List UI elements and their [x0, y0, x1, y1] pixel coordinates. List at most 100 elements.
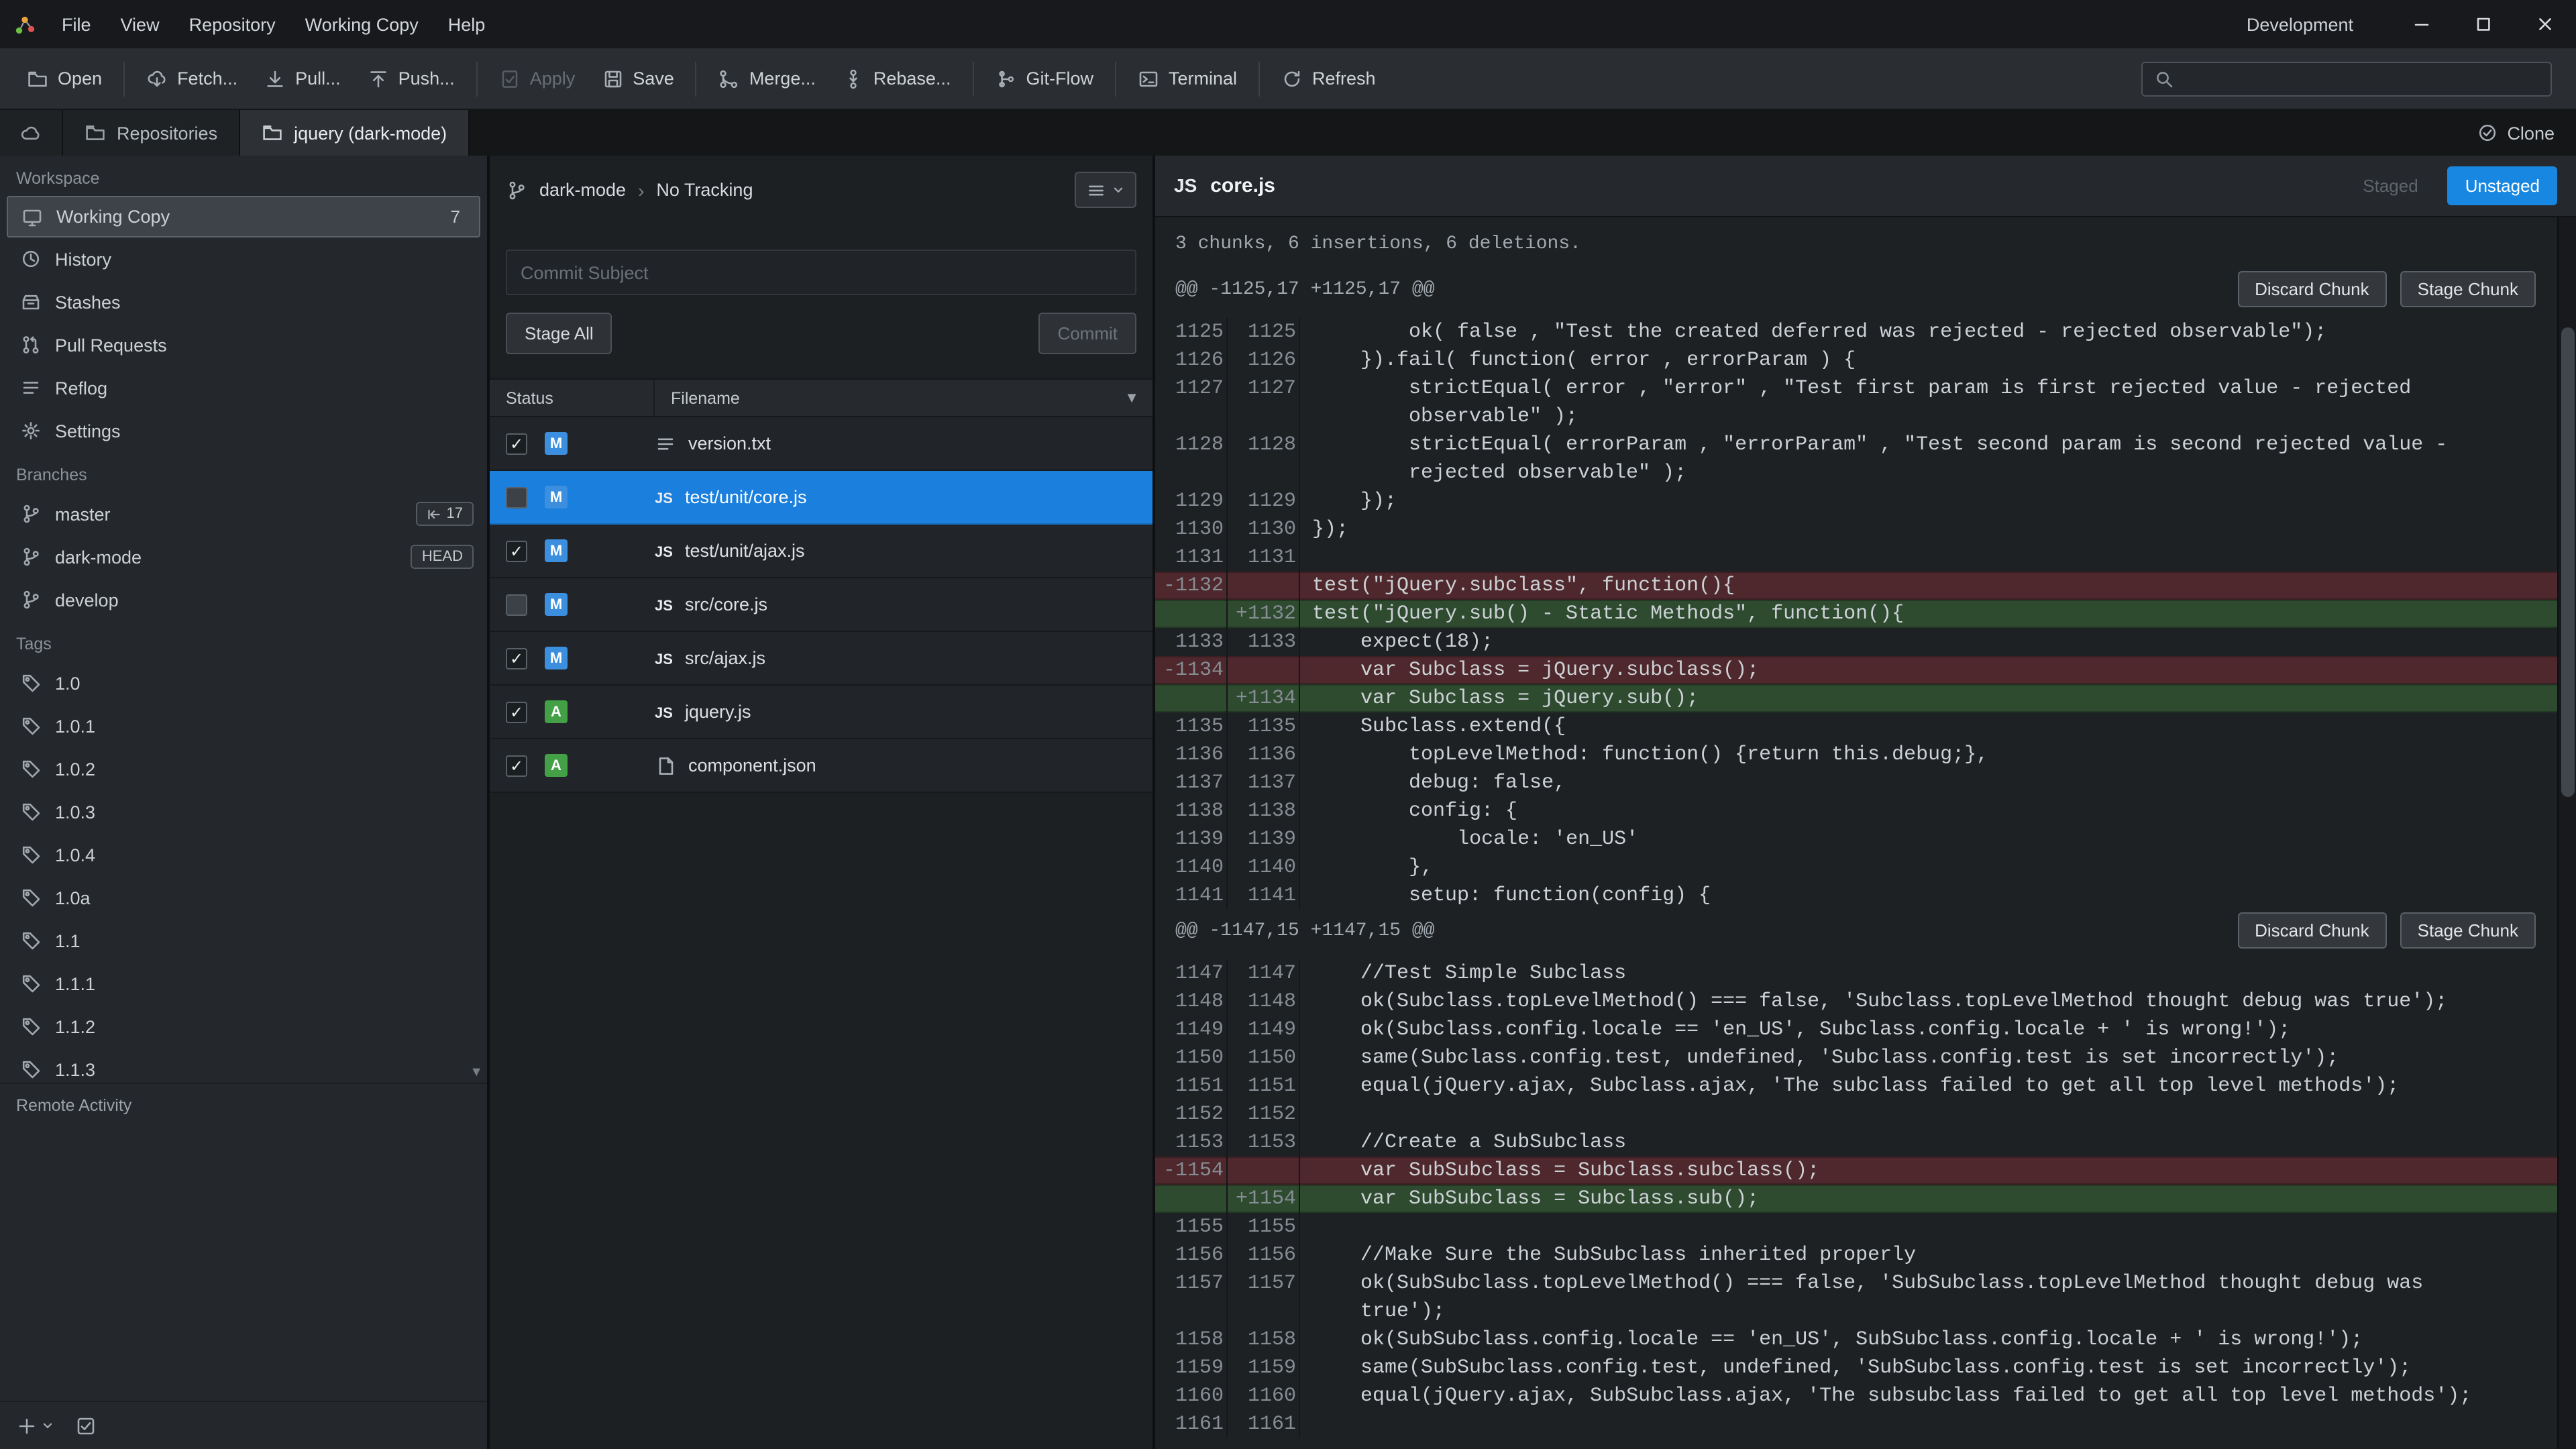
diff-line-context: 11331133 expect(18);	[1155, 628, 2557, 656]
apply-button[interactable]: Apply	[486, 58, 589, 99]
file-row-test-unit-core-js[interactable]: MJStest/unit/core.js	[490, 471, 1152, 525]
search-input[interactable]	[2184, 68, 2540, 89]
discard-chunk-button[interactable]: Discard Chunk	[2237, 271, 2387, 307]
git-flow-button[interactable]: Git-Flow	[981, 58, 1107, 99]
file-row-test-unit-ajax-js[interactable]: ✓MJStest/unit/ajax.js	[490, 525, 1152, 578]
diff-line-context: 11611161	[1155, 1410, 2557, 1438]
pull-button[interactable]: Pull...	[251, 58, 354, 99]
file-checkbox[interactable]: ✓	[506, 755, 527, 776]
file-checkbox[interactable]: ✓	[506, 433, 527, 454]
sidebar-item-dark-mode[interactable]: dark-modeHEAD	[0, 535, 487, 578]
staged-toggle[interactable]: Staged	[2347, 168, 2434, 204]
fetch-button[interactable]: Fetch...	[133, 58, 251, 99]
file-row-version-txt[interactable]: ✓Mversion.txt	[490, 417, 1152, 471]
tab-jquery-dark-mode[interactable]: jquery (dark-mode)	[240, 110, 470, 156]
tab-repositories[interactable]: Repositories	[63, 110, 240, 156]
new-line-number: 1138	[1228, 797, 1300, 825]
file-checkbox[interactable]	[506, 486, 527, 508]
menu-file[interactable]: File	[47, 0, 106, 48]
add-button[interactable]	[16, 1415, 54, 1436]
diff-line-context: 11361136 topLevelMethod: function() {ret…	[1155, 741, 2557, 769]
old-line-number	[1155, 684, 1228, 712]
diff-line-context: 11261126 }).fail( function( error , erro…	[1155, 346, 2557, 374]
sidebar-item-1-0-1[interactable]: 1.0.1	[0, 704, 487, 747]
tag-icon	[20, 844, 42, 865]
diff-scrollbar-thumb[interactable]	[2561, 327, 2575, 797]
sidebar-item-master[interactable]: master17	[0, 492, 487, 535]
sidebar-item-1-0[interactable]: 1.0	[0, 661, 487, 704]
push-icon	[368, 68, 389, 89]
column-filename[interactable]: Filename	[655, 388, 1124, 407]
file-row-component-json[interactable]: ✓Acomponent.json	[490, 739, 1152, 793]
code-text: });	[1300, 515, 2557, 543]
stage-all-button[interactable]: Stage All	[506, 313, 612, 354]
unstaged-toggle[interactable]: Unstaged	[2448, 166, 2557, 205]
maximize-button[interactable]	[2453, 0, 2514, 48]
commit-button[interactable]: Commit	[1038, 313, 1136, 354]
clone-button[interactable]: Clone	[2455, 110, 2576, 156]
file-list-menu-button[interactable]	[1075, 172, 1136, 208]
sidebar-item-1-1-2[interactable]: 1.1.2	[0, 1005, 487, 1048]
sidebar-item-1-0a[interactable]: 1.0a	[0, 876, 487, 919]
diff-line-context: 11401140 },	[1155, 853, 2557, 881]
clone-label: Clone	[2507, 123, 2555, 143]
push-button[interactable]: Push...	[354, 58, 468, 99]
sidebar-item-reflog[interactable]: Reflog	[0, 366, 487, 409]
old-line-number: 1147	[1155, 959, 1228, 987]
menu-repository[interactable]: Repository	[174, 0, 290, 48]
sidebar-item-1-1-3[interactable]: 1.1.3	[0, 1048, 487, 1083]
stage-chunk-button[interactable]: Stage Chunk	[2400, 912, 2536, 949]
tab-bar: Repositoriesjquery (dark-mode) Clone	[0, 110, 2576, 156]
file-row-jquery-js[interactable]: ✓AJSjquery.js	[490, 686, 1152, 739]
diff-scrollbar[interactable]	[2557, 217, 2576, 1449]
diff-line-context: 11351135 Subclass.extend({	[1155, 712, 2557, 741]
sidebar-item-settings[interactable]: Settings	[0, 409, 487, 452]
sidebar-item-stashes[interactable]: Stashes	[0, 280, 487, 323]
save-button[interactable]: Save	[588, 58, 688, 99]
file-checkbox[interactable]	[506, 594, 527, 615]
sidebar-item-1-1[interactable]: 1.1	[0, 919, 487, 962]
terminal-button[interactable]: Terminal	[1124, 58, 1250, 99]
menu-help[interactable]: Help	[433, 0, 500, 48]
search-box[interactable]	[2141, 61, 2552, 96]
titlebar-right: Development	[2247, 0, 2576, 48]
new-line-number: 1127	[1228, 374, 1300, 431]
discard-chunk-button[interactable]: Discard Chunk	[2237, 912, 2387, 949]
column-status[interactable]: Status	[490, 380, 655, 416]
current-branch-row: dark-mode › No Tracking	[490, 156, 1152, 221]
sidebar-item-history[interactable]: History	[0, 237, 487, 280]
tab-remote[interactable]	[0, 110, 63, 156]
file-row-src-ajax-js[interactable]: ✓MJSsrc/ajax.js	[490, 632, 1152, 686]
tabs: Repositoriesjquery (dark-mode)	[0, 110, 470, 156]
sidebar-item-1-1-1[interactable]: 1.1.1	[0, 962, 487, 1005]
diff-line-context: 11291129 });	[1155, 487, 2557, 515]
file-checkbox[interactable]: ✓	[506, 540, 527, 561]
file-checkbox[interactable]: ✓	[506, 701, 527, 722]
rebase-button[interactable]: Rebase...	[829, 58, 965, 99]
sidebar-scroll-down-icon[interactable]: ▼	[470, 1065, 483, 1080]
menu-working-copy[interactable]: Working Copy	[290, 0, 433, 48]
sidebar-item-working-copy[interactable]: Working Copy7	[7, 196, 480, 237]
refresh-button[interactable]: Refresh	[1268, 58, 1389, 99]
sidebar-item-develop[interactable]: develop	[0, 578, 487, 621]
commit-subject-input[interactable]	[506, 250, 1136, 295]
sidebar-item-1-0-2[interactable]: 1.0.2	[0, 747, 487, 790]
minimize-icon	[2411, 13, 2432, 35]
file-row-src-core-js[interactable]: MJSsrc/core.js	[490, 578, 1152, 632]
sidebar-item-1-0-3[interactable]: 1.0.3	[0, 790, 487, 833]
toolbar-separator	[972, 61, 973, 96]
minimize-button[interactable]	[2391, 0, 2453, 48]
sidebar-item-1-0-4[interactable]: 1.0.4	[0, 833, 487, 876]
menu-bar: FileViewRepositoryWorking CopyHelp	[47, 0, 500, 48]
select-toggle-button[interactable]	[75, 1415, 97, 1436]
code-text: //Make Sure the SubSubclass inherited pr…	[1300, 1241, 2557, 1269]
old-line-number: 1148	[1155, 987, 1228, 1016]
file-list-options-icon[interactable]: ▼	[1124, 390, 1152, 406]
close-button[interactable]	[2514, 0, 2576, 48]
file-checkbox[interactable]: ✓	[506, 647, 527, 669]
open-button[interactable]: Open	[13, 58, 115, 99]
sidebar-item-pull-requests[interactable]: Pull Requests	[0, 323, 487, 366]
merge-button[interactable]: Merge...	[705, 58, 829, 99]
stage-chunk-button[interactable]: Stage Chunk	[2400, 271, 2536, 307]
menu-view[interactable]: View	[106, 0, 174, 48]
